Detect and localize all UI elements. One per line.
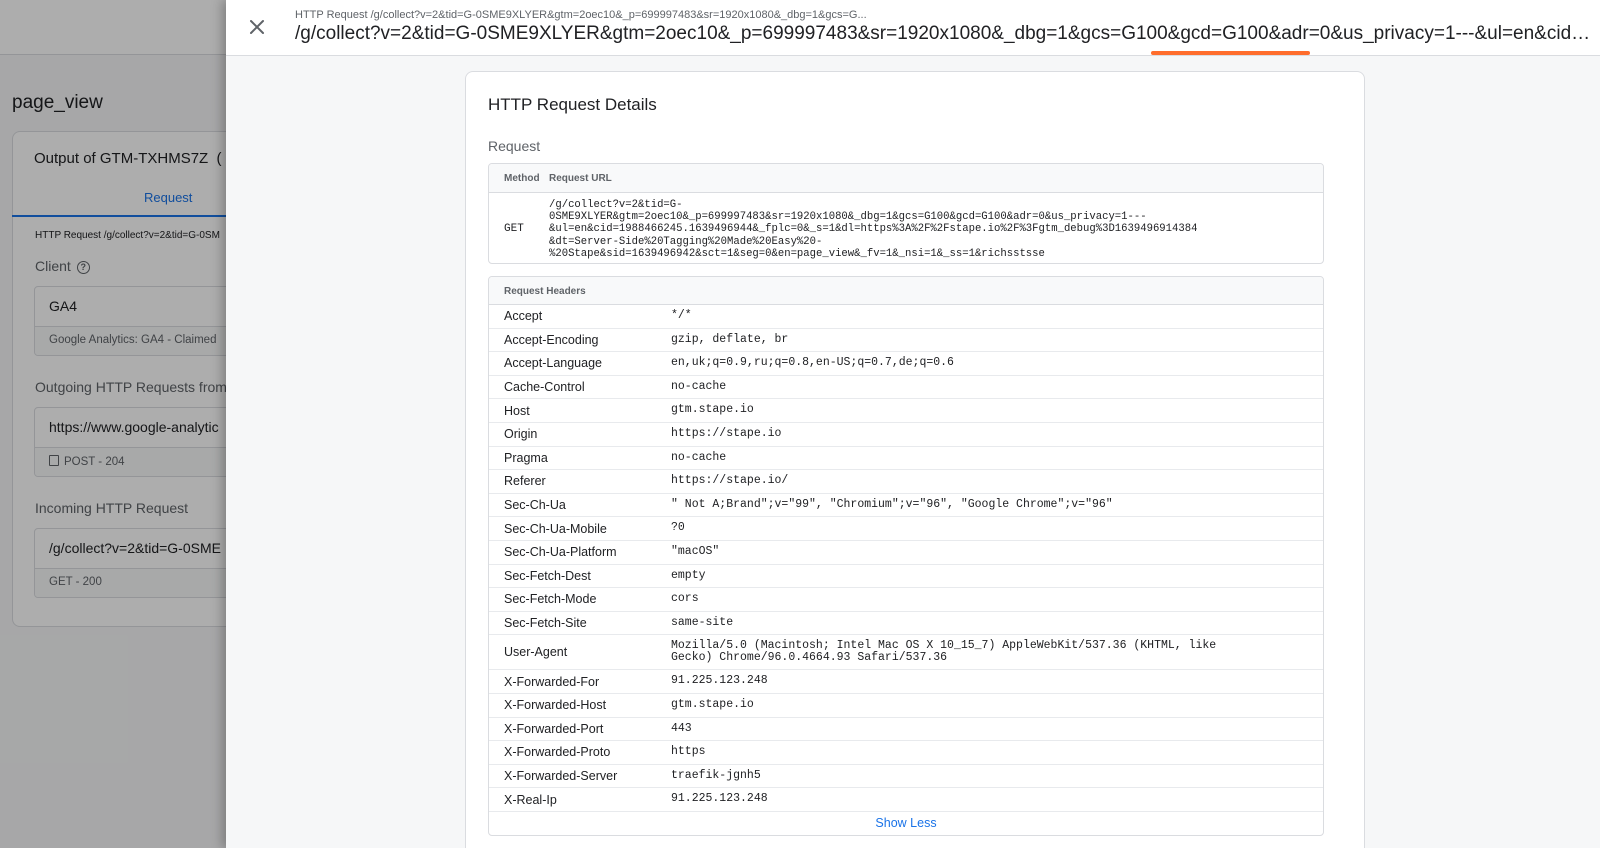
header-row: X-Forwarded-For 91.225.123.248 <box>489 670 1323 694</box>
request-table: Method Request URL GET /g/collect?v=2&tid… <box>488 163 1324 264</box>
header-value: cors <box>671 592 699 606</box>
request-url: /g/collect?v=2&tid=G- 0SME9XLYER&gtm=2oe… <box>549 199 1198 260</box>
request-section-label: Request <box>488 138 541 154</box>
header-name: Cache-Control <box>504 380 585 395</box>
header-name: Accept-Language <box>504 356 602 371</box>
header-row: X-Real-Ip 91.225.123.248 <box>489 788 1323 812</box>
header-name: X-Forwarded-Proto <box>504 745 611 760</box>
header-name: Accept <box>504 309 543 324</box>
header-row: Accept */* <box>489 305 1323 329</box>
header-value: */* <box>671 309 692 323</box>
header-value: 91.225.123.248 <box>671 792 768 806</box>
header-name: Referer <box>504 474 546 489</box>
header-name: User-Agent <box>504 645 568 660</box>
headers-list: Accept */* Accept-Encoding gzip, deflate, b… <box>489 305 1323 812</box>
header-value: gzip, deflate, br <box>671 332 789 346</box>
header-row: Accept-Encoding gzip, deflate, br <box>489 329 1323 353</box>
request-table-row: GET /g/collect?v=2&tid=G- 0SME9XLYER&gtm… <box>489 193 1323 263</box>
header-row: Sec-Ch-Ua-Platform "macOS" <box>489 541 1323 565</box>
request-details-drawer: HTTP Request /g/collect?v=2&tid=G-0SME9X… <box>226 0 1600 848</box>
header-name: Sec-Fetch-Mode <box>504 592 597 607</box>
header-row: Host gtm.stape.io <box>489 399 1323 423</box>
header-name: Sec-Ch-Ua <box>504 498 566 513</box>
header-value: 443 <box>671 721 692 735</box>
header-value: 91.225.123.248 <box>671 674 768 688</box>
header-name: Pragma <box>504 450 548 465</box>
request-table-header: Method Request URL <box>489 164 1323 193</box>
header-row: X-Forwarded-Proto https <box>489 741 1323 765</box>
drawer-subtitle: HTTP Request /g/collect?v=2&tid=G-0SME9X… <box>295 9 867 21</box>
header-row: X-Forwarded-Server traefik-jgnh5 <box>489 765 1323 789</box>
header-row: Pragma no-cache <box>489 447 1323 471</box>
method-column-header: Method <box>504 173 540 184</box>
header-name: Sec-Fetch-Site <box>504 616 587 631</box>
header-row: X-Forwarded-Host gtm.stape.io <box>489 694 1323 718</box>
close-icon <box>250 20 264 34</box>
http-request-details-card: HTTP Request Details Request Method Reque… <box>465 71 1365 848</box>
header-value: https://stape.io/ <box>671 474 789 488</box>
header-value: https://stape.io <box>671 427 782 441</box>
url-column-header: Request URL <box>549 173 612 184</box>
header-value: "macOS" <box>671 544 720 558</box>
header-name: Sec-Ch-Ua-Platform <box>504 545 617 560</box>
header-value: gtm.stape.io <box>671 403 754 417</box>
drawer-header: HTTP Request /g/collect?v=2&tid=G-0SME9X… <box>226 0 1600 56</box>
request-headers-table: Request Headers Accept */* Accept-Encoding… <box>488 276 1324 836</box>
header-row: Origin https://stape.io <box>489 423 1323 447</box>
header-value: " Not A;Brand";v="99", "Chromium";v="96"… <box>671 497 1113 511</box>
header-value: Mozilla/5.0 (Macintosh; Intel Mac OS X 1… <box>671 638 1217 665</box>
header-row: Sec-Ch-Ua " Not A;Brand";v="99", "Chromiu… <box>489 494 1323 518</box>
header-name: Origin <box>504 427 538 442</box>
header-value: https <box>671 745 706 759</box>
header-row: Sec-Ch-Ua-Mobile ?0 <box>489 517 1323 541</box>
header-row: User-Agent Mozilla/5.0 (Macintosh; Intel … <box>489 635 1323 671</box>
header-row: Cache-Control no-cache <box>489 376 1323 400</box>
header-name: Accept-Encoding <box>504 332 599 347</box>
details-title: HTTP Request Details <box>488 95 657 114</box>
header-name: X-Forwarded-Port <box>504 721 604 736</box>
header-value: traefik-jgnh5 <box>671 768 761 782</box>
header-value: no-cache <box>671 379 727 393</box>
header-row: Referer https://stape.io/ <box>489 470 1323 494</box>
header-row: X-Forwarded-Port 443 <box>489 718 1323 742</box>
request-headers-label: Request Headers <box>489 277 1323 305</box>
show-less-link[interactable]: Show Less <box>489 812 1323 835</box>
header-value: ?0 <box>671 521 685 535</box>
header-name: Host <box>504 403 530 418</box>
header-name: X-Forwarded-Host <box>504 698 607 713</box>
highlight-underline <box>1151 51 1310 55</box>
header-value: same-site <box>671 615 734 629</box>
header-row: Sec-Fetch-Dest empty <box>489 565 1323 589</box>
drawer-title: /g/collect?v=2&tid=G-0SME9XLYER&gtm=2oec… <box>295 23 1595 44</box>
header-row: Sec-Fetch-Mode cors <box>489 588 1323 612</box>
header-name: X-Forwarded-For <box>504 674 600 689</box>
header-value: gtm.stape.io <box>671 697 754 711</box>
header-value: no-cache <box>671 450 727 464</box>
header-name: X-Real-Ip <box>504 792 557 807</box>
header-name: Sec-Ch-Ua-Mobile <box>504 521 607 536</box>
header-name: Sec-Fetch-Dest <box>504 568 591 583</box>
request-method: GET <box>504 223 524 235</box>
header-name: X-Forwarded-Server <box>504 768 618 783</box>
header-value: en,uk;q=0.9,ru;q=0.8,en-US;q=0.7,de;q=0.… <box>671 356 954 370</box>
close-button[interactable] <box>244 14 270 40</box>
header-row: Sec-Fetch-Site same-site <box>489 612 1323 636</box>
header-value: empty <box>671 568 706 582</box>
header-row: Accept-Language en,uk;q=0.9,ru;q=0.8,en-U… <box>489 352 1323 376</box>
